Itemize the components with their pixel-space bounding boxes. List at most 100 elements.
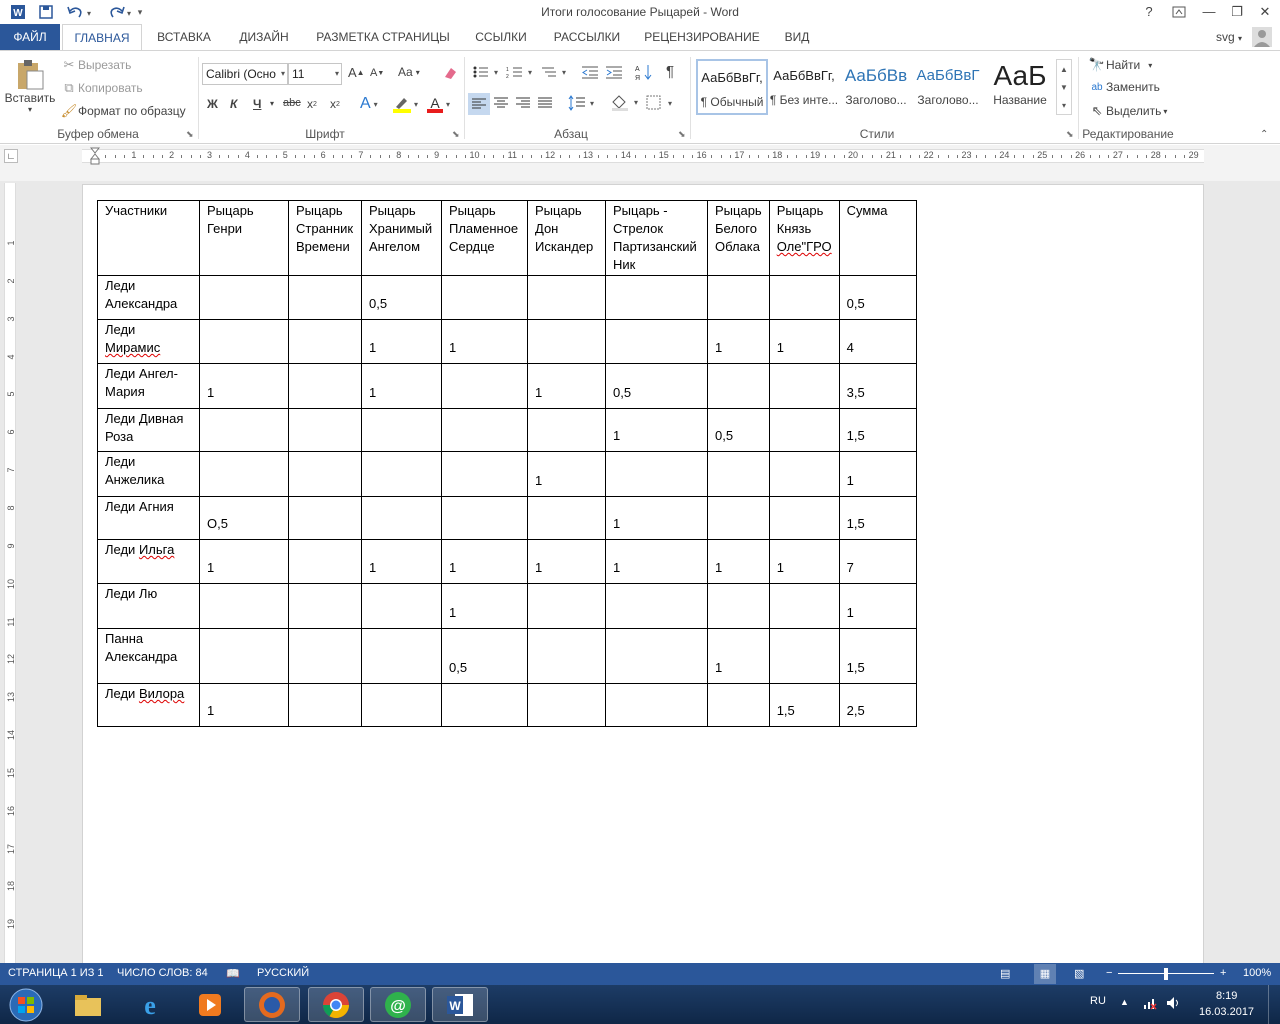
vote-cell[interactable]: 1 bbox=[361, 319, 442, 364]
vote-cell[interactable] bbox=[288, 275, 362, 320]
vote-cell[interactable] bbox=[768, 451, 840, 497]
word-count[interactable]: ЧИСЛО СЛОВ: 84 bbox=[117, 967, 208, 979]
vote-cell[interactable] bbox=[288, 451, 362, 497]
increase-indent-icon[interactable] bbox=[605, 65, 623, 79]
vote-cell[interactable] bbox=[707, 583, 770, 629]
vote-cell[interactable] bbox=[605, 628, 708, 684]
text-effects-icon[interactable]: A ▾ bbox=[360, 95, 378, 113]
header-cell[interactable]: Рыцарь Генри bbox=[199, 200, 289, 276]
zoom-slider-thumb[interactable] bbox=[1164, 968, 1168, 980]
web-layout-icon[interactable]: ▧ bbox=[1074, 967, 1084, 980]
ribbon-display-button[interactable] bbox=[1164, 0, 1194, 24]
underline-button[interactable]: Ч bbox=[253, 97, 261, 111]
sum-cell[interactable]: 1,5 bbox=[838, 628, 917, 684]
chrome-icon[interactable] bbox=[308, 987, 364, 1022]
vote-cell[interactable] bbox=[707, 363, 770, 409]
clear-formatting-icon[interactable] bbox=[442, 65, 458, 81]
tab-references[interactable]: ССЫЛКИ bbox=[466, 24, 536, 50]
read-mode-icon[interactable]: ▤ bbox=[1000, 967, 1010, 980]
sum-cell[interactable]: 7 bbox=[838, 539, 917, 584]
vote-cell[interactable] bbox=[527, 683, 606, 727]
vote-cell[interactable]: 1 bbox=[441, 539, 528, 584]
vote-cell[interactable]: 1 bbox=[441, 319, 528, 364]
font-color-icon[interactable]: A ▾ bbox=[426, 95, 450, 113]
close-button[interactable]: ✕ bbox=[1250, 0, 1280, 24]
styles-scroll[interactable]: ▲ ▼ ▾ bbox=[1056, 59, 1072, 115]
tab-view[interactable]: ВИД bbox=[774, 24, 820, 50]
user-name[interactable]: svg ▾ bbox=[1216, 24, 1242, 52]
vote-cell[interactable] bbox=[199, 628, 289, 684]
vote-cell[interactable] bbox=[605, 683, 708, 727]
vote-cell[interactable]: 1 bbox=[199, 683, 289, 727]
vote-cell[interactable] bbox=[288, 363, 362, 409]
subscript-button[interactable]: x2 bbox=[307, 97, 317, 111]
paste-button[interactable]: Вставить ▾ bbox=[5, 57, 55, 114]
underline-dropdown-icon[interactable]: ▾ bbox=[270, 99, 274, 108]
sum-cell[interactable]: 3,5 bbox=[838, 363, 917, 409]
vote-cell[interactable] bbox=[768, 628, 840, 684]
vote-cell[interactable]: O,5 bbox=[199, 496, 289, 540]
clipboard-launcher-icon[interactable]: ⬊ bbox=[186, 129, 194, 140]
font-name-select[interactable]: Calibri (Осно ▾ bbox=[202, 63, 288, 85]
vote-cell[interactable] bbox=[288, 683, 362, 727]
show-desktop-button[interactable] bbox=[1268, 985, 1280, 1024]
grow-font-button[interactable]: A ▲ bbox=[348, 65, 365, 80]
show-formatting-icon[interactable]: ¶ bbox=[666, 63, 674, 80]
vote-cell[interactable]: 1 bbox=[199, 539, 289, 584]
vote-cell[interactable]: 1 bbox=[707, 539, 770, 584]
volume-icon[interactable] bbox=[1166, 996, 1180, 1013]
sum-cell[interactable]: 0,5 bbox=[838, 275, 917, 320]
vote-cell[interactable] bbox=[441, 496, 528, 540]
start-button[interactable] bbox=[0, 987, 52, 1022]
vote-cell[interactable] bbox=[361, 683, 442, 727]
font-launcher-icon[interactable]: ⬊ bbox=[452, 129, 460, 140]
find-button[interactable]: 🔭 Найти ▾ bbox=[1088, 57, 1152, 73]
proofing-icon[interactable]: 📖 bbox=[226, 967, 240, 980]
vote-cell[interactable] bbox=[199, 319, 289, 364]
bold-button[interactable]: Ж bbox=[207, 97, 218, 111]
vote-cell[interactable] bbox=[361, 583, 442, 629]
numbering-icon[interactable]: 1 2 ▾ bbox=[506, 65, 536, 79]
highlight-icon[interactable]: ▾ bbox=[392, 95, 418, 113]
vote-cell[interactable] bbox=[441, 683, 528, 727]
paragraph-launcher-icon[interactable]: ⬊ bbox=[678, 129, 686, 140]
change-case-button[interactable]: Aa ▾ bbox=[398, 65, 420, 79]
vote-cell[interactable] bbox=[527, 628, 606, 684]
participant-cell[interactable]: Леди Александра bbox=[97, 275, 200, 320]
tab-home[interactable]: ГЛАВНАЯ bbox=[62, 24, 142, 51]
bullets-icon[interactable]: ▾ bbox=[472, 65, 502, 79]
vote-cell[interactable]: 1 bbox=[527, 539, 606, 584]
replace-button[interactable]: ab Заменить bbox=[1088, 80, 1160, 94]
styles-launcher-icon[interactable]: ⬊ bbox=[1066, 129, 1074, 140]
align-left-icon[interactable] bbox=[468, 93, 490, 115]
style-heading-1[interactable]: АаБбВв Заголово... bbox=[840, 59, 912, 115]
firefox-icon[interactable] bbox=[244, 987, 300, 1022]
vote-cell[interactable]: 1 bbox=[707, 628, 770, 684]
vote-cell[interactable]: 0,5 bbox=[441, 628, 528, 684]
vote-cell[interactable] bbox=[441, 275, 528, 320]
participant-cell[interactable]: Леди Лю bbox=[97, 583, 200, 629]
tab-review[interactable]: РЕЦЕНЗИРОВАНИЕ bbox=[638, 24, 766, 50]
vote-cell[interactable] bbox=[707, 275, 770, 320]
vote-cell[interactable] bbox=[288, 319, 362, 364]
vote-cell[interactable] bbox=[527, 496, 606, 540]
tab-insert[interactable]: ВСТАВКА bbox=[152, 24, 216, 50]
vote-cell[interactable] bbox=[605, 319, 708, 364]
restore-button[interactable]: ❐ bbox=[1222, 0, 1252, 24]
style-normal[interactable]: АаБбВвГг, ¶ Обычный bbox=[696, 59, 768, 115]
vote-cell[interactable] bbox=[527, 583, 606, 629]
header-cell[interactable]: Рыцарь Белого Облака bbox=[707, 200, 770, 276]
participant-cell[interactable]: Панна Александра bbox=[97, 628, 200, 684]
vote-cell[interactable] bbox=[605, 583, 708, 629]
participant-cell[interactable]: Леди Ангел-Мария bbox=[97, 363, 200, 409]
vote-cell[interactable]: 1 bbox=[361, 363, 442, 409]
vote-cell[interactable] bbox=[199, 451, 289, 497]
zoom-in-button[interactable]: + bbox=[1220, 967, 1226, 979]
vote-cell[interactable]: 1 bbox=[527, 451, 606, 497]
vote-cell[interactable]: 1 bbox=[605, 496, 708, 540]
sum-cell[interactable]: 1 bbox=[838, 451, 917, 497]
vote-cell[interactable]: 1 bbox=[768, 319, 840, 364]
vote-cell[interactable] bbox=[199, 275, 289, 320]
clock-time[interactable]: 8:19 bbox=[1216, 990, 1237, 1002]
vote-cell[interactable] bbox=[768, 496, 840, 540]
